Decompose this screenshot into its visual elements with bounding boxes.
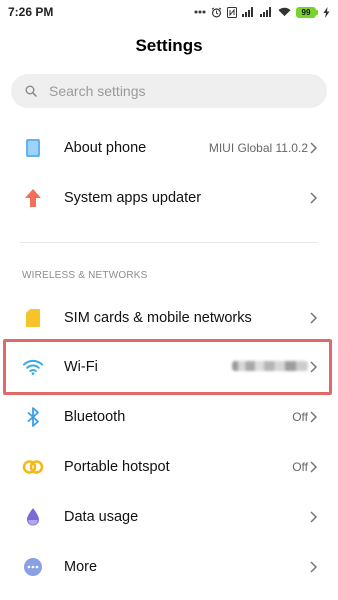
chevron-right-icon <box>310 192 318 204</box>
bluetooth-icon <box>22 406 44 428</box>
settings-item-bluetooth[interactable]: Bluetooth Off <box>0 392 338 442</box>
chevron-right-icon <box>310 561 318 573</box>
settings-item-label: System apps updater <box>64 190 202 206</box>
wifi-icon <box>278 7 291 17</box>
settings-item-value: MIUI Global 11.0.2 <box>208 141 308 155</box>
chevron-right-icon <box>310 411 318 423</box>
chevron-right-icon <box>310 511 318 523</box>
arrow-up-icon <box>22 187 44 209</box>
status-icons: 99 <box>194 6 330 18</box>
phone-icon <box>22 137 44 159</box>
divider <box>20 242 318 243</box>
page-title: Settings <box>135 36 203 55</box>
status-bar: 7:26 PM 99 <box>0 0 338 24</box>
signal-icon <box>242 7 253 17</box>
sim-icon <box>22 307 44 329</box>
settings-item-label: Bluetooth <box>64 409 126 425</box>
battery-icon: 99 <box>296 6 318 18</box>
more-icon <box>22 556 44 578</box>
settings-item-value: Off <box>292 460 308 474</box>
settings-item-system-apps-updater[interactable]: System apps updater <box>0 173 338 223</box>
settings-item-value: Off <box>292 410 308 424</box>
hotspot-icon <box>22 456 44 478</box>
search-bar[interactable] <box>11 74 327 108</box>
settings-item-about-phone[interactable]: About phone MIUI Global 11.0.2 <box>0 123 338 173</box>
charging-icon <box>323 6 330 18</box>
settings-item-label: About phone <box>64 140 147 156</box>
chevron-right-icon <box>310 142 318 154</box>
search-icon <box>25 85 37 97</box>
settings-item-label: Data usage <box>64 509 139 525</box>
alarm-icon <box>211 6 222 17</box>
signal-icon <box>260 7 271 17</box>
section-header-wireless: WIRELESS & NETWORKS <box>22 270 148 281</box>
chevron-right-icon <box>310 312 318 324</box>
settings-item-label: More <box>64 559 98 575</box>
data-usage-icon <box>22 506 44 528</box>
settings-item-label: SIM cards & mobile networks <box>64 310 252 326</box>
settings-item-sim-cards[interactable]: SIM cards & mobile networks <box>0 293 338 343</box>
battery-level: 99 <box>296 6 316 18</box>
status-time: 7:26 PM <box>8 5 54 19</box>
search-input[interactable] <box>47 82 301 100</box>
settings-item-label: Portable hotspot <box>64 459 170 475</box>
dots-icon <box>194 10 206 14</box>
settings-item-portable-hotspot[interactable]: Portable hotspot Off <box>0 442 338 492</box>
settings-item-more[interactable]: More <box>0 542 338 592</box>
nfc-icon <box>227 6 237 18</box>
chevron-right-icon <box>310 461 318 473</box>
settings-item-data-usage[interactable]: Data usage <box>0 492 338 542</box>
wifi-highlight-box <box>3 339 332 395</box>
